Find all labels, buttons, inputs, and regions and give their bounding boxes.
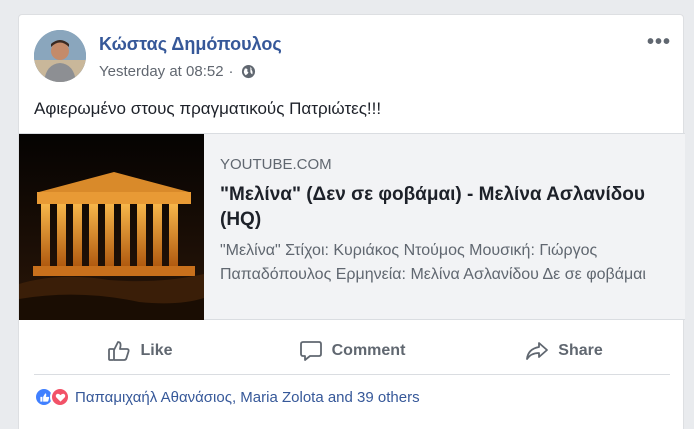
more-options-icon[interactable]: ••• bbox=[647, 31, 671, 54]
reactions-summary[interactable]: Παπαμιχαήλ Αθανάσιος, Maria Zolota and 3… bbox=[34, 387, 420, 407]
link-thumbnail[interactable] bbox=[19, 134, 204, 320]
post-timestamp[interactable]: Yesterday at 08:52 bbox=[99, 63, 224, 80]
link-preview[interactable]: YOUTUBE.COM "Μελίνα" (Δεν σε φοβάμαι) - … bbox=[19, 133, 685, 320]
reaction-names[interactable]: Παπαμιχαήλ Αθανάσιος, Maria Zolota and 3… bbox=[75, 389, 420, 406]
action-bar: Like Comment Share bbox=[34, 327, 670, 375]
post-meta: Yesterday at 08:52 · bbox=[99, 63, 256, 80]
link-description: "Μελίνα" Στίχοι: Κυριάκος Ντούμος Μουσικ… bbox=[220, 242, 646, 283]
like-button[interactable]: Like bbox=[34, 327, 246, 374]
comment-label: Comment bbox=[331, 341, 406, 359]
link-domain: YOUTUBE.COM bbox=[220, 156, 332, 173]
author-avatar[interactable] bbox=[34, 30, 86, 82]
link-text[interactable]: YOUTUBE.COM "Μελίνα" (Δεν σε φοβάμαι) - … bbox=[220, 156, 670, 287]
globe-icon[interactable] bbox=[241, 64, 256, 79]
link-title[interactable]: "Μελίνα" (Δεν σε φοβάμαι) - Μελίνα Ασλαν… bbox=[220, 182, 670, 232]
share-button[interactable]: Share bbox=[458, 327, 670, 374]
comment-icon bbox=[299, 340, 322, 361]
share-arrow-icon bbox=[526, 341, 549, 360]
like-label: Like bbox=[140, 341, 173, 359]
thumbs-up-icon bbox=[108, 340, 130, 361]
love-reaction-icon[interactable] bbox=[50, 387, 70, 407]
author-name[interactable]: Κώστας Δημόπουλος bbox=[99, 34, 282, 55]
meta-separator: · bbox=[228, 63, 234, 80]
post-text: Αφιερωμένο στους πραγματικούς Πατριώτες!… bbox=[34, 99, 382, 118]
share-label: Share bbox=[558, 341, 603, 359]
post-card: Κώστας Δημόπουλος Yesterday at 08:52 · •… bbox=[18, 14, 685, 429]
comment-button[interactable]: Comment bbox=[246, 327, 458, 374]
